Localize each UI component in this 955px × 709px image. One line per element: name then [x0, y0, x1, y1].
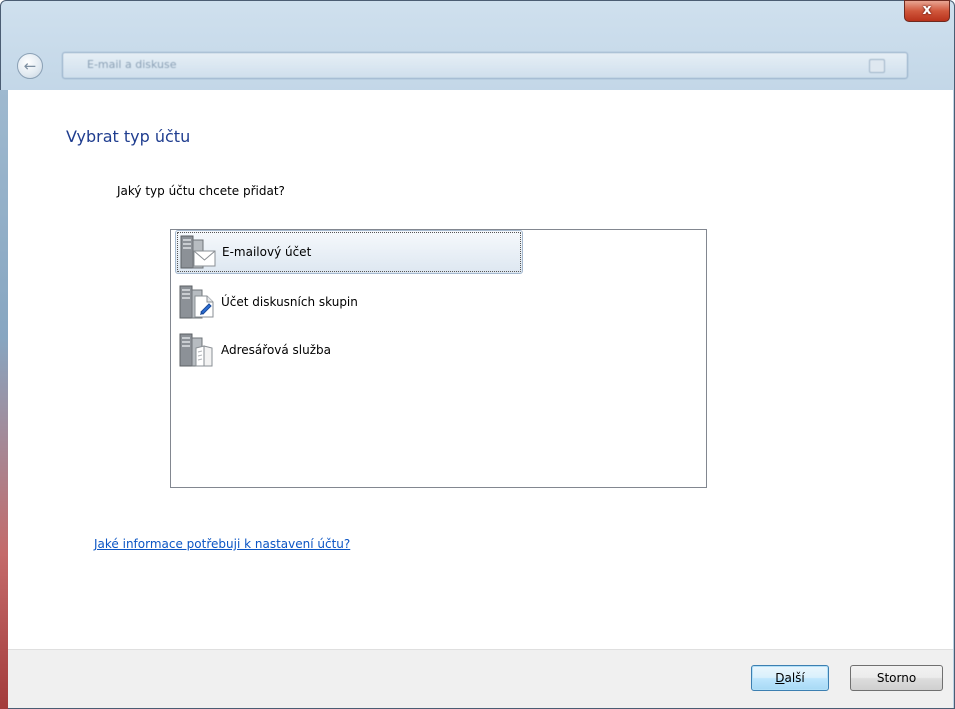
cancel-button[interactable]: Storno: [850, 665, 943, 691]
address-bar: E-mail a diskuse: [62, 52, 908, 79]
next-button-label: alší: [784, 671, 805, 685]
newsgroup-server-icon: [179, 285, 214, 319]
list-item-label: Účet diskusních skupin: [221, 295, 358, 309]
list-item-email-account[interactable]: E-mailový účet: [175, 230, 523, 274]
page-title: Vybrat typ účtu: [66, 127, 191, 146]
button-bar: Další Storno: [8, 649, 953, 708]
directory-server-icon: [179, 333, 213, 367]
list-item-newsgroup-account[interactable]: Účet diskusních skupin: [175, 280, 523, 324]
help-link[interactable]: Jaké informace potřebuji k nastavení účt…: [94, 537, 350, 551]
close-button[interactable]: x: [904, 0, 950, 22]
list-item-label: E-mailový účet: [222, 245, 312, 259]
next-button[interactable]: Další: [751, 665, 829, 691]
back-arrow-icon: ←: [23, 57, 37, 75]
list-item-label: Adresářová služba: [221, 343, 332, 357]
wizard-content: Vybrat typ účtu Jaký typ účtu chcete při…: [8, 90, 953, 649]
window-left-edge: [0, 90, 8, 709]
back-button[interactable]: ←: [17, 53, 43, 79]
address-text: E-mail a diskuse: [87, 58, 177, 71]
question-label: Jaký typ účtu chcete přidat?: [117, 184, 285, 198]
account-type-list[interactable]: E-mailový účet Účet diskusních skupin Ad…: [170, 229, 707, 488]
email-server-icon: [180, 235, 216, 269]
close-icon: x: [922, 2, 932, 18]
address-icon: [869, 59, 885, 73]
list-item-directory-service[interactable]: Adresářová služba: [175, 328, 523, 372]
